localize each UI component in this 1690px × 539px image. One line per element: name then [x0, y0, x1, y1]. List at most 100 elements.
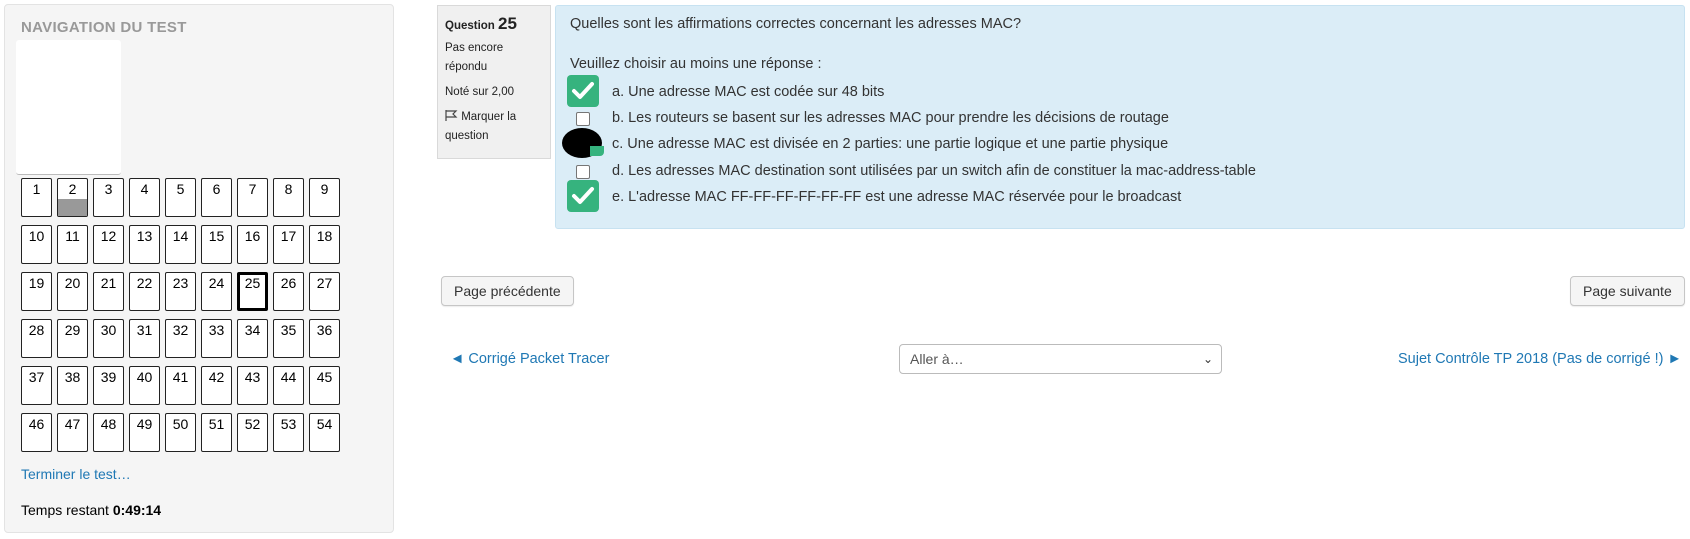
question-nav-number: 49 — [136, 416, 153, 432]
answer-checkbox[interactable] — [576, 165, 590, 179]
question-nav-number: 20 — [64, 275, 81, 291]
question-nav-button[interactable]: 44 — [273, 366, 304, 405]
question-nav-button[interactable]: 23 — [165, 272, 196, 311]
checkmark-icon[interactable] — [567, 75, 599, 107]
question-nav-number: 29 — [64, 322, 81, 338]
question-nav-button[interactable]: 42 — [201, 366, 232, 405]
question-nav-button[interactable]: 24 — [201, 272, 232, 311]
question-nav-button[interactable]: 1 — [21, 178, 52, 217]
previous-page-button[interactable]: Page précédente — [441, 276, 574, 306]
question-nav-button[interactable]: 19 — [21, 272, 52, 311]
question-nav-button[interactable]: 9 — [309, 178, 340, 217]
flag-question-toggle[interactable]: Marquer la question — [445, 108, 543, 146]
answer-label: a. Une adresse MAC est codée sur 48 bits — [612, 84, 885, 100]
question-nav-button[interactable]: 25 — [237, 272, 268, 311]
question-nav-button[interactable]: 16 — [237, 225, 268, 264]
question-nav-button[interactable]: 53 — [273, 413, 304, 452]
question-nav-button[interactable]: 38 — [57, 366, 88, 405]
time-remaining: Temps restant 0:49:14 — [21, 502, 161, 518]
question-nav-button[interactable]: 54 — [309, 413, 340, 452]
question-nav-button[interactable]: 43 — [237, 366, 268, 405]
question-nav-button[interactable]: 13 — [129, 225, 160, 264]
question-nav-button[interactable]: 47 — [57, 413, 88, 452]
question-nav-button[interactable]: 22 — [129, 272, 160, 311]
question-nav-button[interactable]: 37 — [21, 366, 52, 405]
question-nav-button[interactable]: 52 — [237, 413, 268, 452]
question-nav-button[interactable]: 5 — [165, 178, 196, 217]
question-nav-button[interactable]: 26 — [273, 272, 304, 311]
question-nav-button[interactable]: 7 — [237, 178, 268, 217]
question-nav-button[interactable]: 31 — [129, 319, 160, 358]
question-nav-button[interactable]: 10 — [21, 225, 52, 264]
question-nav-button[interactable]: 50 — [165, 413, 196, 452]
question-nav-button[interactable]: 12 — [93, 225, 124, 264]
question-nav-button[interactable]: 27 — [309, 272, 340, 311]
question-nav-button[interactable]: 28 — [21, 319, 52, 358]
question-nav-number: 1 — [32, 181, 41, 197]
question-nav-number: 36 — [316, 322, 333, 338]
jump-to-activity-select[interactable]: Aller à… ⌄ — [899, 344, 1222, 374]
question-nav-button[interactable]: 4 — [129, 178, 160, 217]
question-nav-button[interactable]: 17 — [273, 225, 304, 264]
question-nav-button[interactable]: 51 — [201, 413, 232, 452]
question-nav-button[interactable]: 36 — [309, 319, 340, 358]
question-nav-button[interactable]: 14 — [165, 225, 196, 264]
finish-attempt-link[interactable]: Terminer le test… — [21, 466, 131, 482]
question-nav-button[interactable]: 6 — [201, 178, 232, 217]
answer-option: a. Une adresse MAC est codée sur 48 bits — [556, 75, 1656, 107]
question-nav-number: 6 — [212, 181, 221, 197]
question-number: 25 — [498, 14, 517, 33]
chevron-down-icon: ⌄ — [1202, 352, 1213, 366]
timer-value: 0:49:14 — [112, 502, 162, 518]
question-nav-button[interactable]: 11 — [57, 225, 88, 264]
question-nav-button[interactable]: 33 — [201, 319, 232, 358]
question-nav-number: 46 — [28, 416, 45, 432]
question-nav-button[interactable]: 2 — [57, 178, 88, 217]
question-nav-number: 48 — [100, 416, 117, 432]
question-nav-button[interactable]: 29 — [57, 319, 88, 358]
quiz-navigation-block: NAVIGATION DU TEST 1 2 3 4 5 6 7 8 9 10 11 12 13 14 15… — [4, 4, 394, 533]
question-nav-button[interactable]: 46 — [21, 413, 52, 452]
answered-indicator — [58, 199, 87, 216]
question-nav-button[interactable]: 3 — [93, 178, 124, 217]
question-nav-number: 3 — [104, 181, 113, 197]
question-nav-number: 7 — [248, 181, 257, 197]
question-nav-button[interactable]: 35 — [273, 319, 304, 358]
question-nav-number: 35 — [280, 322, 297, 338]
question-nav-button[interactable]: 30 — [93, 319, 124, 358]
question-nav-button[interactable]: 18 — [309, 225, 340, 264]
question-nav-button[interactable]: 34 — [237, 319, 268, 358]
question-nav-button[interactable]: 48 — [93, 413, 124, 452]
next-activity-link[interactable]: Sujet Contrôle TP 2018 (Pas de corrigé !… — [1398, 351, 1682, 367]
question-nav-number: 26 — [280, 275, 297, 291]
question-nav-number: 38 — [64, 369, 81, 385]
question-nav-button[interactable]: 8 — [273, 178, 304, 217]
question-nav-button[interactable]: 40 — [129, 366, 160, 405]
question-nav-number: 39 — [100, 369, 117, 385]
question-nav-number: 45 — [316, 369, 333, 385]
previous-activity-link[interactable]: ◄ Corrigé Packet Tracer — [450, 351, 609, 367]
question-nav-number: 51 — [208, 416, 225, 432]
answer-label: b. Les routeurs se basent sur les adress… — [612, 110, 1169, 126]
question-nav-number: 15 — [208, 228, 225, 244]
question-nav-button[interactable]: 32 — [165, 319, 196, 358]
question-nav-button[interactable]: 21 — [93, 272, 124, 311]
answer-checkbox[interactable] — [576, 112, 590, 126]
question-nav-number: 16 — [244, 228, 261, 244]
question-nav-button[interactable]: 39 — [93, 366, 124, 405]
question-nav-button[interactable]: 20 — [57, 272, 88, 311]
question-nav-number: 24 — [208, 275, 225, 291]
question-nav-button[interactable]: 45 — [309, 366, 340, 405]
question-nav-button[interactable]: 49 — [129, 413, 160, 452]
question-nav-number: 34 — [244, 322, 261, 338]
question-nav-button[interactable]: 15 — [201, 225, 232, 264]
next-page-button[interactable]: Page suivante — [1570, 276, 1685, 306]
question-nav-number: 30 — [100, 322, 117, 338]
question-nav-button[interactable]: 41 — [165, 366, 196, 405]
question-grid: 1 2 3 4 5 6 7 8 9 10 11 12 13 14 15 16 17 18 19 20 21 22 23 24 2… — [21, 178, 340, 452]
question-nav-number: 11 — [65, 228, 80, 244]
checkmark-icon[interactable] — [567, 180, 599, 212]
redacted-mark-icon[interactable] — [562, 128, 604, 158]
question-nav-number: 21 — [100, 275, 117, 291]
answer-option: c. Une adresse MAC est divisée en 2 part… — [556, 128, 1656, 159]
